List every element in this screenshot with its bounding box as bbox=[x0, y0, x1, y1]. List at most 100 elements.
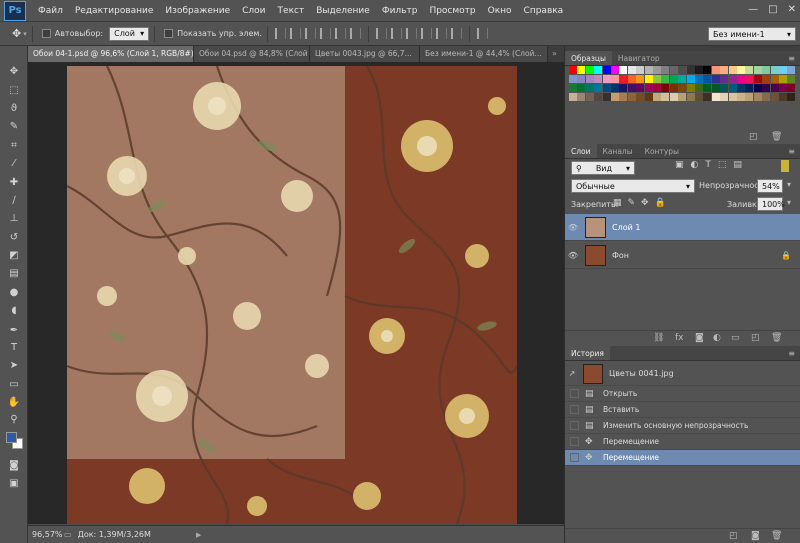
color-swatch[interactable] bbox=[711, 66, 720, 74]
color-swatch[interactable] bbox=[585, 66, 594, 74]
color-swatch[interactable] bbox=[686, 84, 695, 92]
path-selection-tool-icon[interactable]: ➤ bbox=[6, 358, 22, 373]
color-swatch[interactable] bbox=[644, 84, 653, 92]
menu-image[interactable]: Изображение bbox=[159, 6, 236, 16]
menu-text[interactable]: Текст bbox=[272, 6, 311, 16]
menu-window[interactable]: Окно bbox=[482, 6, 518, 16]
color-swatch[interactable] bbox=[653, 93, 661, 101]
eyedropper-tool-icon[interactable]: ⁄ bbox=[6, 156, 22, 171]
color-swatch[interactable] bbox=[636, 75, 645, 83]
color-swatch[interactable] bbox=[779, 84, 787, 92]
distribute-vcenter-icon[interactable] bbox=[390, 28, 402, 39]
color-swatch[interactable] bbox=[737, 75, 745, 83]
color-swatch[interactable] bbox=[585, 75, 594, 83]
align-top-icon[interactable] bbox=[274, 28, 286, 39]
color-swatch[interactable] bbox=[728, 66, 737, 74]
color-swatch[interactable] bbox=[762, 66, 771, 74]
color-swatch[interactable] bbox=[737, 84, 745, 92]
color-swatch[interactable] bbox=[787, 84, 796, 92]
color-swatch[interactable] bbox=[577, 75, 586, 83]
trash-icon[interactable]: 🗑 bbox=[771, 531, 782, 541]
tab-document-4[interactable]: Без имени-1 @ 44,4% (Слой... bbox=[420, 46, 548, 62]
color-swatch[interactable] bbox=[762, 93, 771, 101]
color-swatch[interactable] bbox=[703, 84, 712, 92]
color-swatch[interactable] bbox=[787, 93, 796, 101]
filter-toggle-icon[interactable] bbox=[781, 160, 789, 172]
color-swatch[interactable] bbox=[619, 66, 628, 74]
color-swatch[interactable] bbox=[644, 93, 653, 101]
color-swatch[interactable] bbox=[602, 66, 611, 74]
tool-preset-chevron-icon[interactable]: ▾ bbox=[23, 30, 27, 38]
color-swatch[interactable] bbox=[653, 66, 661, 74]
menu-select[interactable]: Выделение bbox=[310, 6, 376, 16]
color-swatch[interactable] bbox=[737, 66, 745, 74]
color-swatch[interactable] bbox=[762, 75, 771, 83]
panel-menu-icon[interactable]: ≡ bbox=[788, 51, 795, 66]
color-swatch[interactable] bbox=[678, 93, 687, 101]
color-swatch[interactable] bbox=[711, 93, 720, 101]
color-swatch[interactable] bbox=[653, 84, 661, 92]
history-brush-source-icon[interactable]: ↗ bbox=[565, 369, 579, 378]
gradient-tool-icon[interactable]: ▤ bbox=[6, 266, 22, 281]
visibility-eye-icon[interactable]: 👁 bbox=[565, 251, 581, 260]
history-step-3[interactable]: ▤ Изменить основную непрозрачность bbox=[565, 418, 800, 434]
color-swatch[interactable] bbox=[619, 75, 628, 83]
color-swatch[interactable] bbox=[644, 75, 653, 83]
layer-row-background[interactable]: 👁 Фон 🔒 bbox=[565, 242, 800, 269]
color-swatch[interactable] bbox=[695, 93, 703, 101]
color-swatch[interactable] bbox=[678, 66, 687, 74]
color-swatch[interactable] bbox=[627, 66, 636, 74]
color-swatch[interactable] bbox=[661, 75, 670, 83]
color-swatch[interactable] bbox=[569, 93, 577, 101]
clone-stamp-tool-icon[interactable]: ⊥ bbox=[6, 211, 22, 226]
maximize-button[interactable]: □ bbox=[768, 4, 777, 15]
fill-field[interactable]: 100% bbox=[757, 197, 785, 211]
color-swatch[interactable] bbox=[745, 84, 754, 92]
crop-tool-icon[interactable]: ⌗ bbox=[6, 138, 22, 153]
menu-filter[interactable]: Фильтр bbox=[376, 6, 424, 16]
new-document-from-state-icon[interactable]: ◰ bbox=[729, 531, 738, 541]
tab-document-1[interactable]: Обои 04-1.psd @ 96,6% (Слой 1, RGB/8#) *… bbox=[28, 46, 194, 62]
color-swatch[interactable] bbox=[644, 66, 653, 74]
type-tool-icon[interactable]: T bbox=[6, 340, 22, 355]
fill-slider-icon[interactable]: ▾ bbox=[787, 198, 791, 207]
group-icon[interactable]: ▭ bbox=[731, 333, 740, 343]
new-layer-icon[interactable]: ◰ bbox=[751, 333, 760, 343]
align-bottom-icon[interactable] bbox=[304, 28, 316, 39]
move-tool-icon[interactable]: ✥ bbox=[6, 64, 22, 79]
blur-tool-icon[interactable]: ● bbox=[6, 285, 22, 300]
layer-style-icon[interactable]: fx bbox=[675, 333, 684, 343]
history-checkbox[interactable] bbox=[570, 405, 579, 414]
color-swatch[interactable] bbox=[745, 66, 754, 74]
minimize-button[interactable]: — bbox=[748, 4, 758, 15]
brush-tool-icon[interactable]: ∕ bbox=[6, 193, 22, 208]
tab-document-2[interactable]: Обои 04.psd @ 84,8% (Слой ... bbox=[194, 46, 310, 62]
color-swatch[interactable] bbox=[711, 75, 720, 83]
color-swatch[interactable] bbox=[686, 75, 695, 83]
color-swatch[interactable] bbox=[594, 93, 603, 101]
color-swatch[interactable] bbox=[703, 93, 712, 101]
color-swatch[interactable] bbox=[678, 75, 687, 83]
quick-select-tool-icon[interactable]: ✎ bbox=[6, 119, 22, 134]
history-snapshot[interactable]: ↗ Цветы 0041.jpg bbox=[565, 362, 800, 386]
tab-history[interactable]: История bbox=[565, 346, 610, 360]
color-swatch[interactable] bbox=[611, 66, 619, 74]
color-swatch[interactable] bbox=[585, 84, 594, 92]
move-tool-icon[interactable]: ✥ bbox=[12, 27, 21, 40]
color-swatch[interactable] bbox=[669, 75, 678, 83]
color-swatch[interactable] bbox=[661, 93, 670, 101]
menu-edit[interactable]: Редактирование bbox=[69, 6, 160, 16]
pen-tool-icon[interactable]: ✒ bbox=[6, 323, 22, 338]
tab-channels[interactable]: Каналы bbox=[597, 144, 639, 158]
visibility-eye-icon[interactable]: 👁 bbox=[565, 223, 581, 232]
tab-document-3[interactable]: Цветы 0043.jpg @ 66,7... bbox=[310, 46, 420, 62]
color-swatch[interactable] bbox=[594, 66, 603, 74]
color-swatch[interactable] bbox=[753, 84, 762, 92]
color-swatch[interactable] bbox=[720, 84, 729, 92]
document-canvas[interactable] bbox=[67, 66, 517, 524]
history-checkbox[interactable] bbox=[570, 453, 579, 462]
color-swatch[interactable] bbox=[585, 93, 594, 101]
color-swatch[interactable] bbox=[770, 66, 779, 74]
color-swatch[interactable] bbox=[695, 66, 703, 74]
color-swatch[interactable] bbox=[770, 75, 779, 83]
